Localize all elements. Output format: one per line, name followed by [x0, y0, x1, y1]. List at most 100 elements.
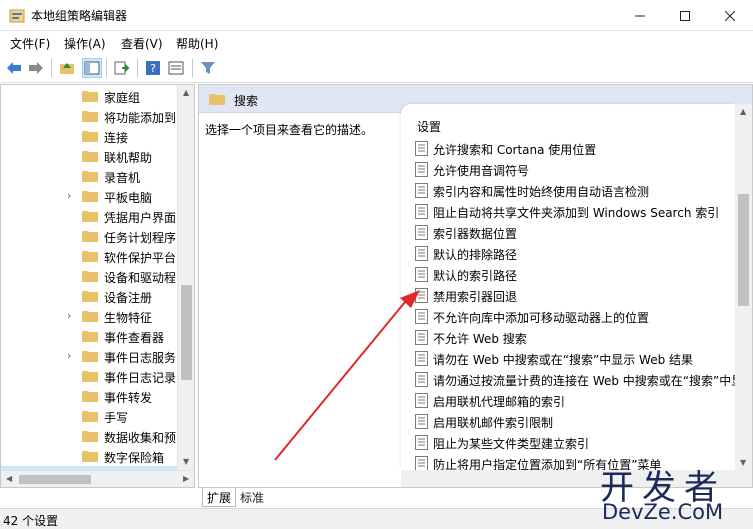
tree-item[interactable]: 事件转发 — [1, 386, 177, 406]
tree-item[interactable]: › 生物特征 — [1, 306, 177, 326]
tree-item[interactable]: 联机帮助 — [1, 146, 177, 166]
expand-chevron-icon[interactable]: › — [67, 189, 77, 203]
tree-scroll-thumb[interactable] — [181, 285, 192, 380]
setting-item[interactable]: 不允许向库中添加可移动驱动器上的位置 — [415, 306, 735, 327]
tree-vertical-scrollbar[interactable]: ▲ ▼ — [177, 85, 194, 470]
show-hide-tree-button[interactable] — [82, 58, 102, 78]
export-list-button[interactable] — [112, 58, 132, 78]
toolbar-separator — [192, 59, 193, 77]
menu-file[interactable]: 文件(F) — [10, 35, 50, 52]
setting-item-label: 允许搜索和 Cortana 使用位置 — [433, 143, 597, 157]
setting-item[interactable]: 阻止为某些文件类型建立索引 — [415, 432, 735, 453]
tree-item[interactable]: 家庭组 — [1, 86, 177, 106]
scroll-down-icon[interactable]: ▼ — [183, 457, 189, 466]
setting-item[interactable]: 启用联机代理邮箱的索引 — [415, 390, 735, 411]
tree-item-label: 联机帮助 — [104, 151, 153, 165]
forward-button[interactable] — [26, 58, 46, 78]
setting-item[interactable]: 默认的排除路径 — [415, 243, 735, 264]
setting-item-label: 请勿通过按流量计费的连接在 Web 中搜索或在“搜索”中显 — [433, 374, 735, 388]
maximize-button[interactable] — [662, 0, 708, 31]
help-icon: ? — [146, 61, 160, 75]
scroll-up-icon[interactable]: ▲ — [740, 107, 746, 116]
tree-item-label: 设备和驱动程 — [104, 271, 177, 285]
tree-item[interactable]: 软件保护平台 — [1, 246, 177, 266]
help-button[interactable]: ? — [143, 58, 163, 78]
folder-icon — [82, 351, 98, 362]
menu-view[interactable]: 查看(V) — [121, 35, 163, 52]
tree-item-label: 手写 — [104, 411, 129, 425]
setting-item-label: 启用联机邮件索引限制 — [433, 416, 554, 430]
tab-standard[interactable]: 标准 — [236, 488, 268, 507]
folder-icon — [82, 371, 98, 382]
tree-item[interactable]: 连接 — [1, 126, 177, 146]
tree-item[interactable]: 凭据用户界面 — [1, 206, 177, 226]
folder-icon — [82, 111, 98, 122]
setting-item[interactable]: 不允许 Web 搜索 — [415, 327, 735, 348]
tree-item[interactable]: › 平板电脑 — [1, 186, 177, 206]
expand-chevron-icon[interactable]: › — [67, 309, 77, 323]
tree-hscroll-thumb[interactable] — [19, 475, 91, 484]
menu-help[interactable]: 帮助(H) — [176, 35, 218, 52]
setting-item[interactable]: 请勿在 Web 中搜索或在“搜索”中显示 Web 结果 — [415, 348, 735, 369]
setting-item[interactable]: 默认的索引路径 — [415, 264, 735, 285]
tab-extended[interactable]: 扩展 — [202, 488, 237, 507]
tree-item[interactable]: › 事件日志服务 — [1, 346, 177, 366]
folder-icon — [82, 151, 98, 162]
setting-item[interactable]: 禁用索引器回退 — [415, 285, 735, 306]
tree-item[interactable]: 任务计划程序 — [1, 226, 177, 246]
folder-icon — [82, 131, 98, 142]
back-button[interactable] — [4, 58, 24, 78]
setting-item[interactable]: 阻止自动将共享文件夹添加到 Windows Search 索引 — [415, 201, 735, 222]
expand-chevron-icon[interactable]: › — [67, 349, 77, 363]
setting-item[interactable]: 索引内容和属性时始终使用自动语言检测 — [415, 180, 735, 201]
scroll-left-icon[interactable]: ◀ — [6, 474, 12, 483]
navigation-tree[interactable]: 家庭组 将功能添加到 连接联机帮助 录音机 › 平板电脑 凭据用户界面 任务计划程序 软件保护平… — [0, 84, 195, 488]
tree-item[interactable]: 手写 — [1, 406, 177, 426]
tree-item[interactable]: 数字保险箱 — [1, 446, 177, 466]
group-policy-app-icon — [9, 9, 25, 23]
setting-item-label: 索引内容和属性时始终使用自动语言检测 — [433, 185, 650, 199]
tree-item[interactable]: 设备注册 — [1, 286, 177, 306]
export-list-icon — [114, 61, 130, 75]
filter-icon — [201, 62, 215, 74]
setting-item-label: 启用联机代理邮箱的索引 — [433, 395, 566, 409]
minimize-button[interactable] — [617, 0, 663, 31]
tree-item[interactable]: 设备和驱动程 — [1, 266, 177, 286]
filter-button[interactable] — [198, 58, 218, 78]
scroll-right-icon[interactable]: ▶ — [183, 474, 189, 483]
setting-item[interactable]: 请勿通过按流量计费的连接在 Web 中搜索或在“搜索”中显 — [415, 369, 735, 390]
folder-icon — [82, 391, 98, 402]
back-arrow-icon — [7, 62, 21, 74]
tree-horizontal-scrollbar[interactable]: ◀ ▶ — [1, 470, 194, 487]
tree-item[interactable]: 录音机 — [1, 166, 177, 186]
policy-setting-icon — [415, 330, 428, 345]
setting-item[interactable]: 启用联机邮件索引限制 — [415, 411, 735, 432]
settings-vertical-scrollbar[interactable]: ▲ ▼ — [735, 104, 752, 470]
close-button[interactable] — [707, 0, 753, 31]
tree-item[interactable]: 数据收集和预 — [1, 426, 177, 446]
up-level-button[interactable] — [57, 58, 77, 78]
policy-setting-icon — [415, 414, 428, 429]
tree-item[interactable]: 事件日志记录 — [1, 366, 177, 386]
folder-icon — [209, 94, 225, 105]
tree-item[interactable]: 事件查看器 — [1, 326, 177, 346]
folder-icon — [82, 431, 98, 442]
properties-icon — [168, 61, 184, 75]
properties-button[interactable] — [166, 58, 186, 78]
tree-item-label: 数据收集和预 — [104, 431, 177, 445]
folder-icon — [82, 211, 98, 222]
tree-item[interactable]: 将功能添加到 — [1, 106, 177, 126]
menu-action[interactable]: 操作(A) — [64, 35, 106, 52]
setting-item[interactable]: 允许搜索和 Cortana 使用位置 — [415, 138, 735, 159]
settings-scroll-thumb[interactable] — [738, 194, 749, 306]
settings-column-header[interactable]: 设置 — [417, 118, 441, 135]
details-pane: 搜索 选择一个项目来查看它的描述。 设置 允许搜索和 Cortana 使用位置允… — [198, 84, 753, 488]
setting-item[interactable]: 索引器数据位置 — [415, 222, 735, 243]
setting-item-label: 禁用索引器回退 — [433, 290, 518, 304]
setting-item[interactable]: 允许使用音调符号 — [415, 159, 735, 180]
policy-setting-icon — [415, 141, 428, 156]
scroll-up-icon[interactable]: ▲ — [183, 88, 189, 97]
settings-list: 设置 允许搜索和 Cortana 使用位置允许使用音调符号索引内容和属性时始终使… — [401, 104, 735, 470]
tree-item-label: 设备注册 — [104, 291, 153, 305]
policy-setting-icon — [415, 225, 428, 240]
